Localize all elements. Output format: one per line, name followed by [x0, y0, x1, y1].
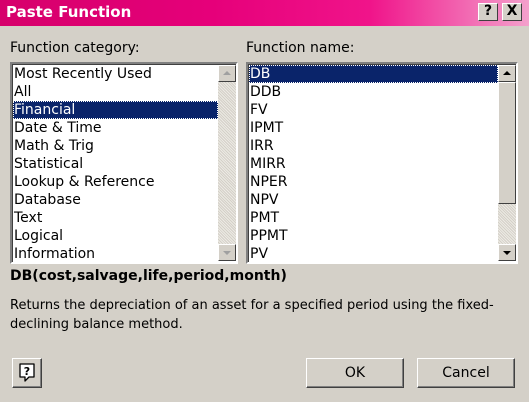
category-scroll-down-button[interactable]	[218, 244, 236, 261]
category-list: Most Recently Used All Financial Date & Tim…	[13, 65, 218, 262]
function-scroll-up-button[interactable]	[498, 65, 516, 82]
scroll-up-arrow-icon	[223, 71, 231, 75]
scroll-down-arrow-icon	[223, 251, 231, 255]
category-list-item[interactable]: Financial	[13, 101, 218, 119]
close-button[interactable]: X	[502, 3, 522, 21]
category-list-item[interactable]: Date & Time	[13, 119, 218, 137]
function-list-item[interactable]: IPMT	[249, 119, 498, 137]
cancel-button[interactable]: Cancel	[417, 358, 515, 388]
function-list-item[interactable]: PMT	[249, 209, 498, 227]
function-list-item[interactable]: IRR	[249, 137, 498, 155]
function-list-item[interactable]: DDB	[249, 83, 498, 101]
scroll-down-arrow-icon	[503, 251, 511, 255]
function-scroll-thumb[interactable]	[498, 82, 516, 204]
ok-button[interactable]: OK	[306, 358, 404, 388]
function-list-item[interactable]: NPV	[249, 191, 498, 209]
category-list-item[interactable]: Logical	[13, 227, 218, 245]
category-scroll-up-button[interactable]	[218, 65, 236, 82]
function-scroll-down-button[interactable]	[498, 244, 516, 261]
function-list-item[interactable]: FV	[249, 101, 498, 119]
function-category-label: Function category:	[10, 40, 140, 56]
help-title-button[interactable]: ?	[478, 3, 498, 21]
function-syntax: DB(cost,salvage,life,period,month)	[10, 268, 287, 284]
category-listbox[interactable]: Most Recently Used All Financial Date & Tim…	[10, 62, 238, 264]
function-list: DB DDB FV IPMT IRR MIRR NPER NPV PMT PPMT PV	[249, 65, 498, 262]
svg-text:?: ?	[24, 365, 30, 378]
category-list-item[interactable]: Database	[13, 191, 218, 209]
window-title: Paste Function	[6, 3, 132, 21]
category-list-item[interactable]: Most Recently Used	[13, 65, 218, 83]
function-description: Returns the depreciation of an asset for…	[10, 298, 494, 332]
category-list-item[interactable]: Text	[13, 209, 218, 227]
category-list-item[interactable]: Math & Trig	[13, 137, 218, 155]
function-name-label: Function name:	[246, 40, 355, 56]
help-button[interactable]: ?	[12, 358, 42, 388]
scroll-up-arrow-icon	[503, 71, 511, 75]
function-list-item[interactable]: PPMT	[249, 227, 498, 245]
function-scrollbar[interactable]	[498, 65, 516, 261]
category-list-item[interactable]: Statistical	[13, 155, 218, 173]
function-list-item[interactable]: PV	[249, 245, 498, 262]
category-list-item[interactable]: Information	[13, 245, 218, 262]
function-list-item[interactable]: DB	[249, 65, 498, 83]
title-bar: Paste Function ? X	[0, 0, 529, 26]
category-list-item[interactable]: Lookup & Reference	[13, 173, 218, 191]
category-list-item[interactable]: All	[13, 83, 218, 101]
function-list-item[interactable]: NPER	[249, 173, 498, 191]
function-listbox[interactable]: DB DDB FV IPMT IRR MIRR NPER NPV PMT PPMT PV	[246, 62, 518, 264]
function-list-item[interactable]: MIRR	[249, 155, 498, 173]
question-bubble-icon: ?	[19, 363, 35, 382]
category-scrollbar[interactable]	[218, 65, 236, 261]
